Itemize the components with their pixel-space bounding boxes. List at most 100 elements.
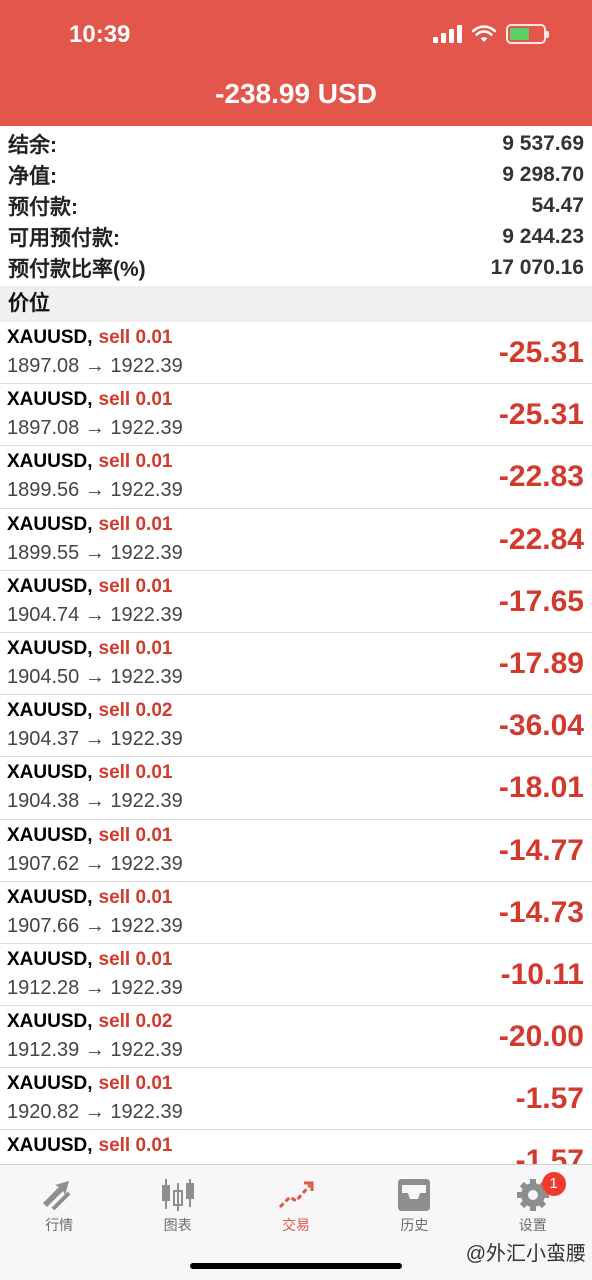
account-summary: 结余: 9 537.69 净值: 9 298.70 预付款: 54.47 可用预… — [0, 128, 592, 283]
status-icons — [433, 24, 549, 44]
position-symbol: XAUUSD, — [7, 451, 93, 473]
summary-label: 预付款: — [8, 195, 78, 219]
position-profit: -1.57 — [515, 1082, 584, 1116]
position-symbol: XAUUSD, — [7, 824, 93, 846]
position-side: sell 0.01 — [98, 575, 173, 597]
watermark-text: @外汇小蛮腰 — [465, 1243, 586, 1265]
position-prices: 1912.28 → 1922.39 — [7, 976, 183, 999]
header-bar: 10:39 -238.99 USD — [0, 0, 592, 126]
tab-label: 设置 — [518, 1217, 547, 1233]
position-row[interactable]: XAUUSD, sell 0.01 1897.08 → 1922.39 -25.3… — [0, 322, 592, 385]
battery-icon — [506, 24, 549, 44]
tab-label: 图表 — [163, 1217, 192, 1233]
summary-label: 净值: — [8, 164, 57, 188]
trade-trend-icon — [278, 1181, 314, 1209]
position-symbol: XAUUSD, — [7, 513, 93, 535]
position-symbol: XAUUSD, — [7, 1073, 93, 1095]
position-side: sell 0.01 — [98, 948, 173, 970]
positions-section-header: 价位 — [0, 286, 592, 322]
summary-value: 54.47 — [531, 193, 584, 217]
position-row[interactable]: XAUUSD, sell 0.01 1907.66 → 1922.39 -14.7… — [0, 882, 592, 944]
summary-value: 9 244.23 — [502, 224, 584, 248]
summary-row-equity: 净值: 9 298.70 — [0, 159, 592, 190]
position-side: sell 0.01 — [98, 637, 173, 659]
position-prices: 1897.08 → 1922.39 — [7, 417, 183, 440]
tab-label: 交易 — [281, 1217, 310, 1233]
position-prices: 1899.55 → 1922.39 — [7, 541, 183, 564]
position-symbol: XAUUSD, — [7, 327, 93, 348]
summary-value: 17 070.16 — [490, 255, 584, 279]
position-row[interactable]: XAUUSD, sell 0.01 -1.57 — [0, 1130, 592, 1164]
position-side: sell 0.01 — [98, 513, 173, 535]
summary-label: 结余: — [8, 133, 57, 157]
position-row[interactable]: XAUUSD, sell 0.02 1904.37 → 1922.39 -36.0… — [0, 695, 592, 758]
position-row[interactable]: XAUUSD, sell 0.01 1899.55 → 1922.39 -22.8… — [0, 509, 592, 571]
home-indicator[interactable] — [190, 1263, 402, 1269]
positions-list[interactable]: XAUUSD, sell 0.01 1897.08 → 1922.39 -25.3… — [0, 322, 592, 1164]
position-profit: -14.77 — [498, 833, 584, 867]
position-prices: 1897.08 → 1922.39 — [7, 355, 183, 377]
position-side: sell 0.01 — [98, 886, 173, 908]
history-inbox-icon — [398, 1179, 431, 1211]
position-row[interactable]: XAUUSD, sell 0.01 1912.28 → 1922.39 -10.1… — [0, 944, 592, 1007]
position-prices: 1904.38 → 1922.39 — [7, 790, 183, 813]
summary-row-margin-level: 预付款比率(%) 17 070.16 — [0, 252, 592, 283]
position-symbol: XAUUSD, — [7, 762, 93, 784]
position-profit: -20.00 — [498, 1020, 584, 1054]
position-symbol: XAUUSD, — [7, 700, 93, 722]
summary-value: 9 298.70 — [502, 162, 584, 186]
position-row[interactable]: XAUUSD, sell 0.01 1920.82 → 1922.39 -1.57 — [0, 1068, 592, 1131]
position-side: sell 0.01 — [98, 1135, 173, 1157]
position-row[interactable]: XAUUSD, sell 0.01 1904.50 → 1922.39 -17.8… — [0, 633, 592, 696]
position-profit: -17.65 — [498, 584, 584, 618]
quotes-arrows-icon — [43, 1181, 71, 1211]
position-profit: -36.04 — [498, 709, 584, 743]
notification-badge: 1 — [541, 1172, 566, 1196]
status-time: 10:39 — [69, 21, 131, 48]
position-symbol: XAUUSD, — [7, 948, 93, 970]
position-row[interactable]: XAUUSD, sell 0.01 1899.56 → 1922.39 -22.8… — [0, 446, 592, 509]
position-profit: -25.31 — [498, 398, 584, 432]
position-profit: -10.11 — [500, 957, 584, 991]
position-symbol: XAUUSD, — [7, 1135, 93, 1157]
tab-label: 行情 — [45, 1217, 74, 1233]
position-row[interactable]: XAUUSD, sell 0.01 1907.62 → 1922.39 -14.7… — [0, 820, 592, 882]
position-profit: -25.31 — [498, 336, 584, 369]
summary-row-free-margin: 可用预付款: 9 244.23 — [0, 221, 592, 252]
summary-value: 9 537.69 — [502, 131, 584, 155]
position-profit: -22.84 — [498, 522, 584, 556]
position-profit: -1.57 — [515, 1144, 584, 1164]
summary-label: 可用预付款: — [8, 226, 120, 250]
position-prices: 1904.74 → 1922.39 — [7, 603, 183, 626]
summary-row-balance: 结余: 9 537.69 — [0, 128, 592, 159]
position-side: sell 0.02 — [98, 1011, 173, 1033]
position-symbol: XAUUSD, — [7, 1011, 93, 1033]
position-profit: -18.01 — [498, 771, 584, 805]
position-prices: 1904.50 → 1922.39 — [7, 665, 183, 688]
position-symbol: XAUUSD, — [7, 575, 93, 597]
position-side: sell 0.01 — [98, 762, 173, 784]
position-row[interactable]: XAUUSD, sell 0.01 1897.08 → 1922.39 -25.3… — [0, 384, 592, 447]
position-symbol: XAUUSD, — [7, 637, 93, 659]
position-prices: 1907.66 → 1922.39 — [7, 914, 183, 937]
position-side: sell 0.01 — [98, 327, 173, 348]
position-symbol: XAUUSD, — [7, 389, 93, 411]
position-row[interactable]: XAUUSD, sell 0.02 1912.39 → 1922.39 -20.0… — [0, 1006, 592, 1069]
tab-label: 历史 — [400, 1217, 429, 1233]
position-prices: 1912.39 → 1922.39 — [7, 1039, 183, 1062]
position-prices: 1907.62 → 1922.39 — [7, 852, 183, 875]
position-side: sell 0.01 — [98, 451, 173, 473]
position-row[interactable]: XAUUSD, sell 0.01 1904.74 → 1922.39 -17.6… — [0, 571, 592, 633]
position-prices: 1904.37 → 1922.39 — [7, 728, 183, 751]
position-profit: -14.73 — [498, 895, 584, 929]
position-side: sell 0.01 — [98, 389, 173, 411]
position-side: sell 0.01 — [98, 1073, 173, 1095]
position-side: sell 0.02 — [98, 700, 173, 722]
position-side: sell 0.01 — [98, 824, 173, 846]
position-row[interactable]: XAUUSD, sell 0.01 1904.38 → 1922.39 -18.0… — [0, 757, 592, 820]
summary-label: 预付款比率(%) — [8, 257, 146, 281]
position-profit: -17.89 — [498, 646, 584, 680]
candlestick-chart-icon — [161, 1179, 194, 1211]
position-prices: 1899.56 → 1922.39 — [7, 479, 183, 502]
tab-quotes[interactable]: 行情 — [0, 1165, 118, 1280]
